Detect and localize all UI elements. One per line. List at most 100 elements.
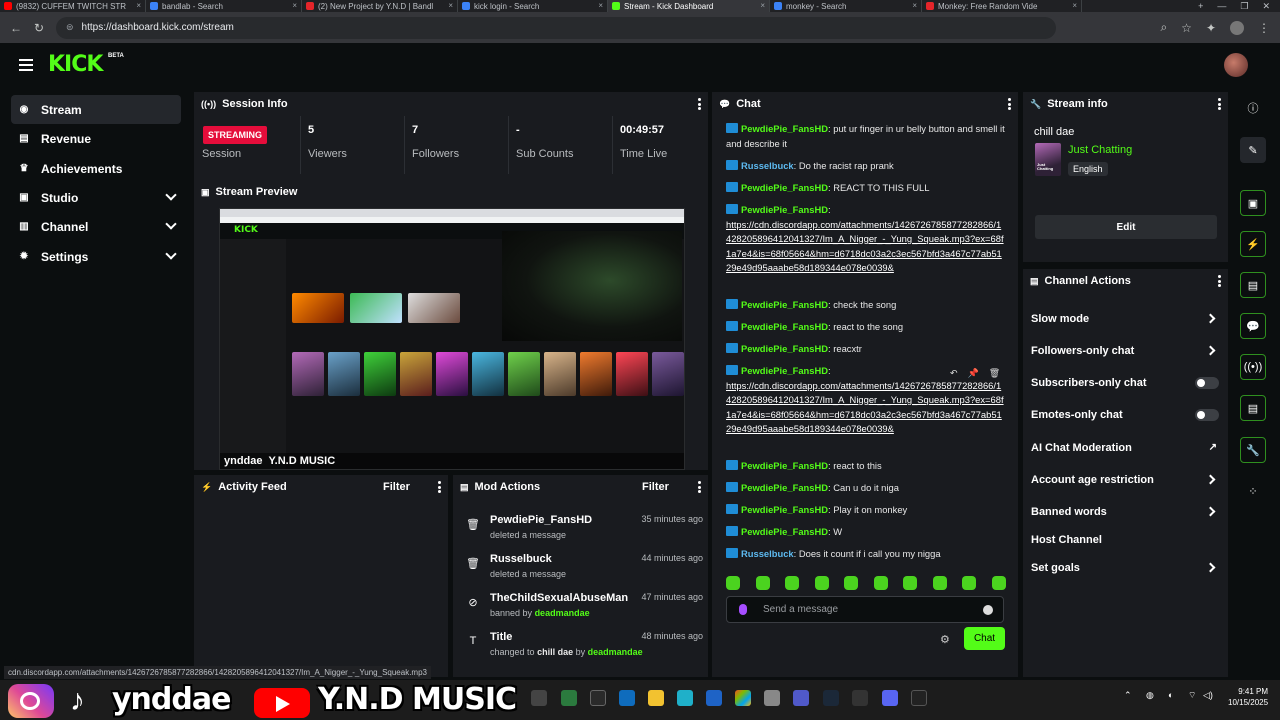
browser-profile-avatar[interactable]	[1230, 20, 1244, 35]
chat-message[interactable]: PewdiePie_FansHD: reacxtr	[726, 342, 1006, 357]
emotes-only-toggle[interactable]	[1195, 409, 1219, 421]
ai-moderation-action[interactable]: AI Chat Moderation ↗	[1031, 438, 1219, 458]
more-options-icon[interactable]	[1218, 275, 1221, 287]
emote-icon[interactable]	[814, 576, 829, 590]
stream-category[interactable]: Just Chatting	[1068, 144, 1132, 156]
close-tab-icon[interactable]: ×	[292, 1, 297, 10]
chat-username[interactable]: PewdiePie_FansHD	[741, 299, 828, 310]
reload-icon[interactable]: ↻	[32, 21, 46, 35]
sidebar-item-revenue[interactable]: ▤ Revenue	[11, 124, 181, 153]
followers-only-action[interactable]: Followers-only chat	[1031, 341, 1219, 361]
chat-username[interactable]: PewdiePie_FansHD	[741, 204, 828, 215]
browser-menu-icon[interactable]: ⋮	[1258, 21, 1270, 35]
discord-icon[interactable]	[882, 690, 898, 706]
channel-actions-toggle-icon[interactable]: ▤	[1240, 395, 1266, 421]
mod-target[interactable]: TheChildSexualAbuseMan	[490, 592, 628, 604]
layout-icon[interactable]: ⁘	[1240, 478, 1266, 504]
browser-tab[interactable]: (9832) CUFFEM TWITCH STR ×	[0, 0, 146, 12]
mod-actions-toggle-icon[interactable]: ▤	[1240, 272, 1266, 298]
chevron-down-icon[interactable]	[165, 218, 177, 230]
emote-icon[interactable]	[755, 576, 770, 590]
close-tab-icon[interactable]: ×	[598, 1, 603, 10]
sidebar-item-studio[interactable]: ▣ Studio	[11, 183, 181, 212]
chat-message[interactable]: PewdiePie_FansHD: react to the song	[726, 320, 1006, 335]
kick-logo[interactable]: KICK	[48, 52, 103, 77]
mod-filter-button[interactable]: Filter	[642, 481, 669, 493]
emote-icon[interactable]	[991, 576, 1006, 590]
preview-toggle-icon[interactable]: ▣	[1240, 190, 1266, 216]
app-icon[interactable]	[561, 690, 577, 706]
tray-chevron-icon[interactable]: ⌃	[1124, 690, 1132, 701]
edit-stream-info-button[interactable]: Edit	[1035, 215, 1217, 239]
terminal-icon[interactable]	[590, 690, 606, 706]
chat-message[interactable]: PewdiePie_FansHD: REACT TO THIS FULL	[726, 181, 1006, 196]
chat-message[interactable]: PewdiePie_FansHD: check the song	[726, 298, 1006, 313]
edge-icon[interactable]	[677, 690, 693, 706]
kick-emote-icon[interactable]	[739, 604, 747, 615]
chat-message[interactable]: PewdiePie_FansHD: https://cdn.discordapp…	[726, 203, 1006, 276]
close-tab-icon[interactable]: ×	[912, 1, 917, 10]
chat-message[interactable]: Russelbuck: Does it count if i call you …	[726, 547, 1006, 562]
browser-tab[interactable]: Stream - Kick Dashboard ×	[608, 0, 770, 12]
account-age-action[interactable]: Account age restriction	[1031, 470, 1219, 490]
tray-app-icon[interactable]: ◍	[1146, 690, 1154, 701]
chat-username[interactable]: PewdiePie_FansHD	[741, 504, 828, 515]
sidebar-item-achievements[interactable]: ♛ Achievements	[11, 154, 181, 183]
zoom-icon[interactable]: ⌕	[1160, 20, 1167, 35]
mod-target[interactable]: Russelbuck	[490, 553, 552, 565]
browser-tab[interactable]: Monkey: Free Random Vide ×	[922, 0, 1082, 12]
stream-preview-video[interactable]: KICK ynddae Y.N.D MUSIC	[219, 208, 685, 470]
chat-message[interactable]: PewdiePie_FansHD: put ur finger in ur be…	[726, 122, 1006, 151]
chat-messages[interactable]: ↶ 📌 🗑 PewdiePie_FansHD: put ur finger in…	[712, 116, 1018, 576]
chat-message[interactable]: PewdiePie_FansHD: https://cdn.discordapp…	[726, 364, 1006, 437]
activity-filter-button[interactable]: Filter	[383, 481, 410, 493]
chat-username[interactable]: PewdiePie_FansHD	[741, 526, 828, 537]
chat-username[interactable]: PewdiePie_FansHD	[741, 343, 828, 354]
extensions-icon[interactable]: ✦	[1206, 21, 1216, 35]
chevron-down-icon[interactable]	[165, 189, 177, 201]
host-channel-action[interactable]: Host Channel	[1031, 530, 1219, 550]
mod-target[interactable]: PewdiePie_FansHD	[490, 514, 592, 526]
wifi-icon[interactable]: ⌔	[1188, 690, 1196, 701]
close-tab-icon[interactable]: ×	[1072, 1, 1077, 10]
banned-words-action[interactable]: Banned words	[1031, 502, 1219, 522]
session-toggle-icon[interactable]: ((•))	[1240, 354, 1266, 380]
bookmark-star-icon[interactable]: ☆	[1181, 21, 1192, 35]
more-options-icon[interactable]	[698, 98, 701, 110]
obs-icon[interactable]	[911, 690, 927, 706]
emote-icon[interactable]	[844, 576, 859, 590]
store-icon[interactable]	[706, 690, 722, 706]
hamburger-menu-icon[interactable]	[19, 59, 33, 71]
snipping-icon[interactable]	[764, 690, 780, 706]
emote-icon[interactable]	[962, 576, 977, 590]
close-tab-icon[interactable]: ×	[136, 1, 141, 10]
outlook-icon[interactable]	[619, 690, 635, 706]
browser-tab[interactable]: bandlab - Search ×	[146, 0, 302, 12]
close-window-icon[interactable]: ✕	[1262, 1, 1270, 12]
emoji-icon[interactable]	[983, 605, 993, 615]
chevron-down-icon[interactable]	[165, 248, 177, 260]
maximize-icon[interactable]: ❐	[1240, 1, 1248, 12]
new-tab-icon[interactable]: +	[1198, 1, 1203, 11]
chat-message[interactable]: PewdiePie_FansHD: Play it on monkey	[726, 503, 1006, 518]
volume-icon[interactable]: ◁)	[1203, 690, 1213, 701]
sidebar-item-settings[interactable]: ✹ Settings	[11, 242, 181, 271]
chat-input[interactable]: Send a message	[726, 596, 1004, 623]
file-explorer-icon[interactable]	[648, 690, 664, 706]
teams-icon[interactable]	[793, 690, 809, 706]
more-options-icon[interactable]	[438, 481, 441, 493]
emote-icon[interactable]	[785, 576, 800, 590]
chat-username[interactable]: PewdiePie_FansHD	[741, 482, 828, 493]
emote-icon[interactable]	[932, 576, 947, 590]
chat-link[interactable]: https://cdn.discordapp.com/attachments/1…	[726, 219, 1004, 274]
subscribers-only-toggle[interactable]	[1195, 377, 1219, 389]
chat-message[interactable]: PewdiePie_FansHD: Can u do it niga	[726, 481, 1006, 496]
address-bar[interactable]: ⊜ https://dashboard.kick.com/stream	[56, 16, 1056, 39]
emote-icon[interactable]	[726, 576, 740, 590]
more-options-icon[interactable]	[698, 481, 701, 493]
minimize-icon[interactable]: —	[1217, 1, 1226, 11]
chat-link[interactable]: https://cdn.discordapp.com/attachments/1…	[726, 380, 1004, 435]
mod-actor[interactable]: deadmandae	[535, 608, 590, 618]
chat-username[interactable]: PewdiePie_FansHD	[741, 182, 828, 193]
slow-mode-action[interactable]: Slow mode	[1031, 309, 1219, 329]
